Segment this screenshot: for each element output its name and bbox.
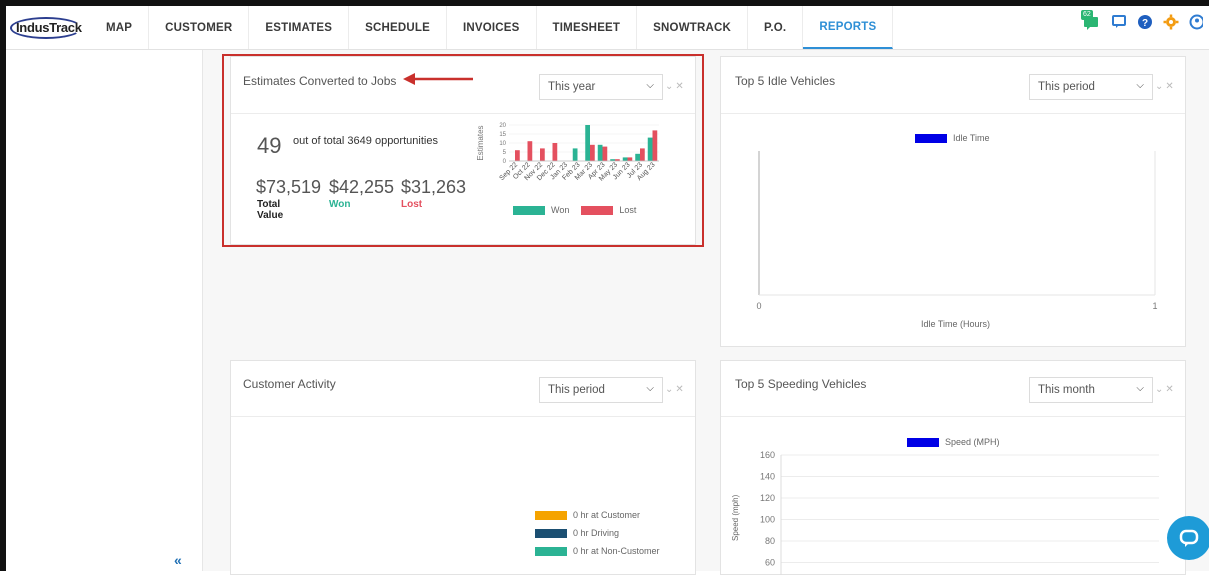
period-select-value: This period [1038, 81, 1095, 93]
y-tick-label: 140 [760, 472, 775, 482]
logo-text: IndusTrack [16, 20, 82, 35]
top-navigation-bar: IndusTrack MAP CUSTOMER ESTIMATES SCHEDU… [6, 6, 1209, 50]
idle-chart-legend: Idle Time [915, 133, 990, 143]
period-select[interactable]: This month ⌵ [1029, 377, 1153, 403]
industrack-logo[interactable]: IndusTrack [10, 15, 86, 41]
non-customer-swatch [535, 546, 567, 556]
speed-y-axis-label: Speed (mph) [731, 494, 740, 541]
x-tick-0: 0 [756, 301, 761, 311]
nav-po[interactable]: P.O. [748, 6, 804, 49]
top-right-icons: 62 ? [1081, 10, 1203, 30]
user-profile-icon[interactable] [1189, 14, 1203, 30]
idle-vehicles-panel: Top 5 Idle Vehicles This period ⌵ ⌄✕ Idl… [720, 56, 1186, 347]
customer-swatch [535, 510, 567, 520]
panel-collapse-close-controls[interactable]: ⌄✕ [1155, 384, 1176, 395]
period-select-value: This month [1038, 384, 1095, 396]
idle-legend-label: Idle Time [953, 133, 990, 143]
nav-reports[interactable]: REPORTS [803, 6, 894, 49]
left-sidebar [6, 50, 203, 571]
customer-legend-label: 0 hr at Customer [573, 510, 641, 520]
panel-title: Top 5 Idle Vehicles [735, 74, 836, 88]
chat-icon[interactable] [1111, 14, 1127, 30]
y-tick-label: 60 [765, 558, 775, 568]
main-nav: MAP CUSTOMER ESTIMATES SCHEDULE INVOICES… [90, 6, 894, 49]
y-tick-label: 120 [760, 493, 775, 503]
idle-x-axis-label: Idle Time (Hours) [921, 319, 991, 329]
speed-chart: 160 140 120 100 80 60 [760, 450, 1159, 575]
settings-gear-icon[interactable] [1163, 14, 1179, 30]
panel-title: Customer Activity [243, 377, 336, 391]
period-select[interactable]: This period ⌵ [539, 377, 663, 403]
panel-divider [721, 416, 1185, 417]
chat-bubble-icon [1179, 529, 1199, 547]
nav-timesheet[interactable]: TIMESHEET [537, 6, 638, 49]
panel-collapse-close-controls[interactable]: ⌄✕ [1155, 81, 1176, 92]
chevron-down-icon: ⌵ [646, 383, 654, 394]
activity-legend-non-customer: 0 hr at Non-Customer [535, 546, 660, 556]
nav-estimates[interactable]: ESTIMATES [249, 6, 350, 49]
live-chat-button[interactable] [1167, 516, 1209, 560]
nav-snowtrack[interactable]: SNOWTRACK [637, 6, 748, 49]
activity-legend-customer: 0 hr at Customer [535, 510, 640, 520]
nav-schedule[interactable]: SCHEDULE [349, 6, 447, 49]
idle-legend-swatch [915, 133, 947, 143]
activity-legend-driving: 0 hr Driving [535, 528, 619, 538]
notification-count-badge: 62 [1081, 10, 1093, 20]
period-select[interactable]: This period ⌵ [1029, 74, 1153, 100]
help-icon[interactable]: ? [1137, 14, 1153, 30]
nav-invoices[interactable]: INVOICES [447, 6, 537, 49]
panel-divider [231, 416, 695, 417]
speed-chart-legend: Speed (MPH) [907, 437, 1000, 447]
speed-legend-label: Speed (MPH) [945, 437, 1000, 447]
idle-time-chart: 0 1 [756, 151, 1158, 311]
x-tick-1: 1 [1152, 301, 1157, 311]
chevron-down-icon: ⌵ [1136, 383, 1144, 394]
notifications-icon[interactable]: 62 [1081, 10, 1101, 30]
driving-swatch [535, 528, 567, 538]
y-tick-label: 160 [760, 450, 775, 460]
chevron-down-icon: ⌵ [1136, 80, 1144, 91]
highlight-box [222, 54, 704, 247]
non-customer-legend-label: 0 hr at Non-Customer [573, 546, 660, 556]
nav-customer[interactable]: CUSTOMER [149, 6, 250, 49]
speed-legend-swatch [907, 437, 939, 447]
speeding-vehicles-panel: Top 5 Speeding Vehicles This month ⌵ ⌄✕ … [720, 360, 1186, 575]
svg-text:?: ? [1142, 18, 1148, 29]
y-tick-label: 100 [760, 515, 775, 525]
driving-legend-label: 0 hr Driving [573, 528, 620, 538]
period-select-value: This period [548, 384, 605, 396]
nav-map[interactable]: MAP [90, 6, 150, 49]
customer-activity-panel: Customer Activity This period ⌵ ⌄✕ 0 hr … [230, 360, 696, 575]
y-tick-label: 80 [765, 536, 775, 546]
panel-title: Top 5 Speeding Vehicles [735, 377, 867, 391]
collapse-sidebar-icon[interactable]: « [174, 552, 182, 568]
panel-divider [721, 113, 1185, 114]
panel-collapse-close-controls[interactable]: ⌄✕ [665, 384, 686, 395]
